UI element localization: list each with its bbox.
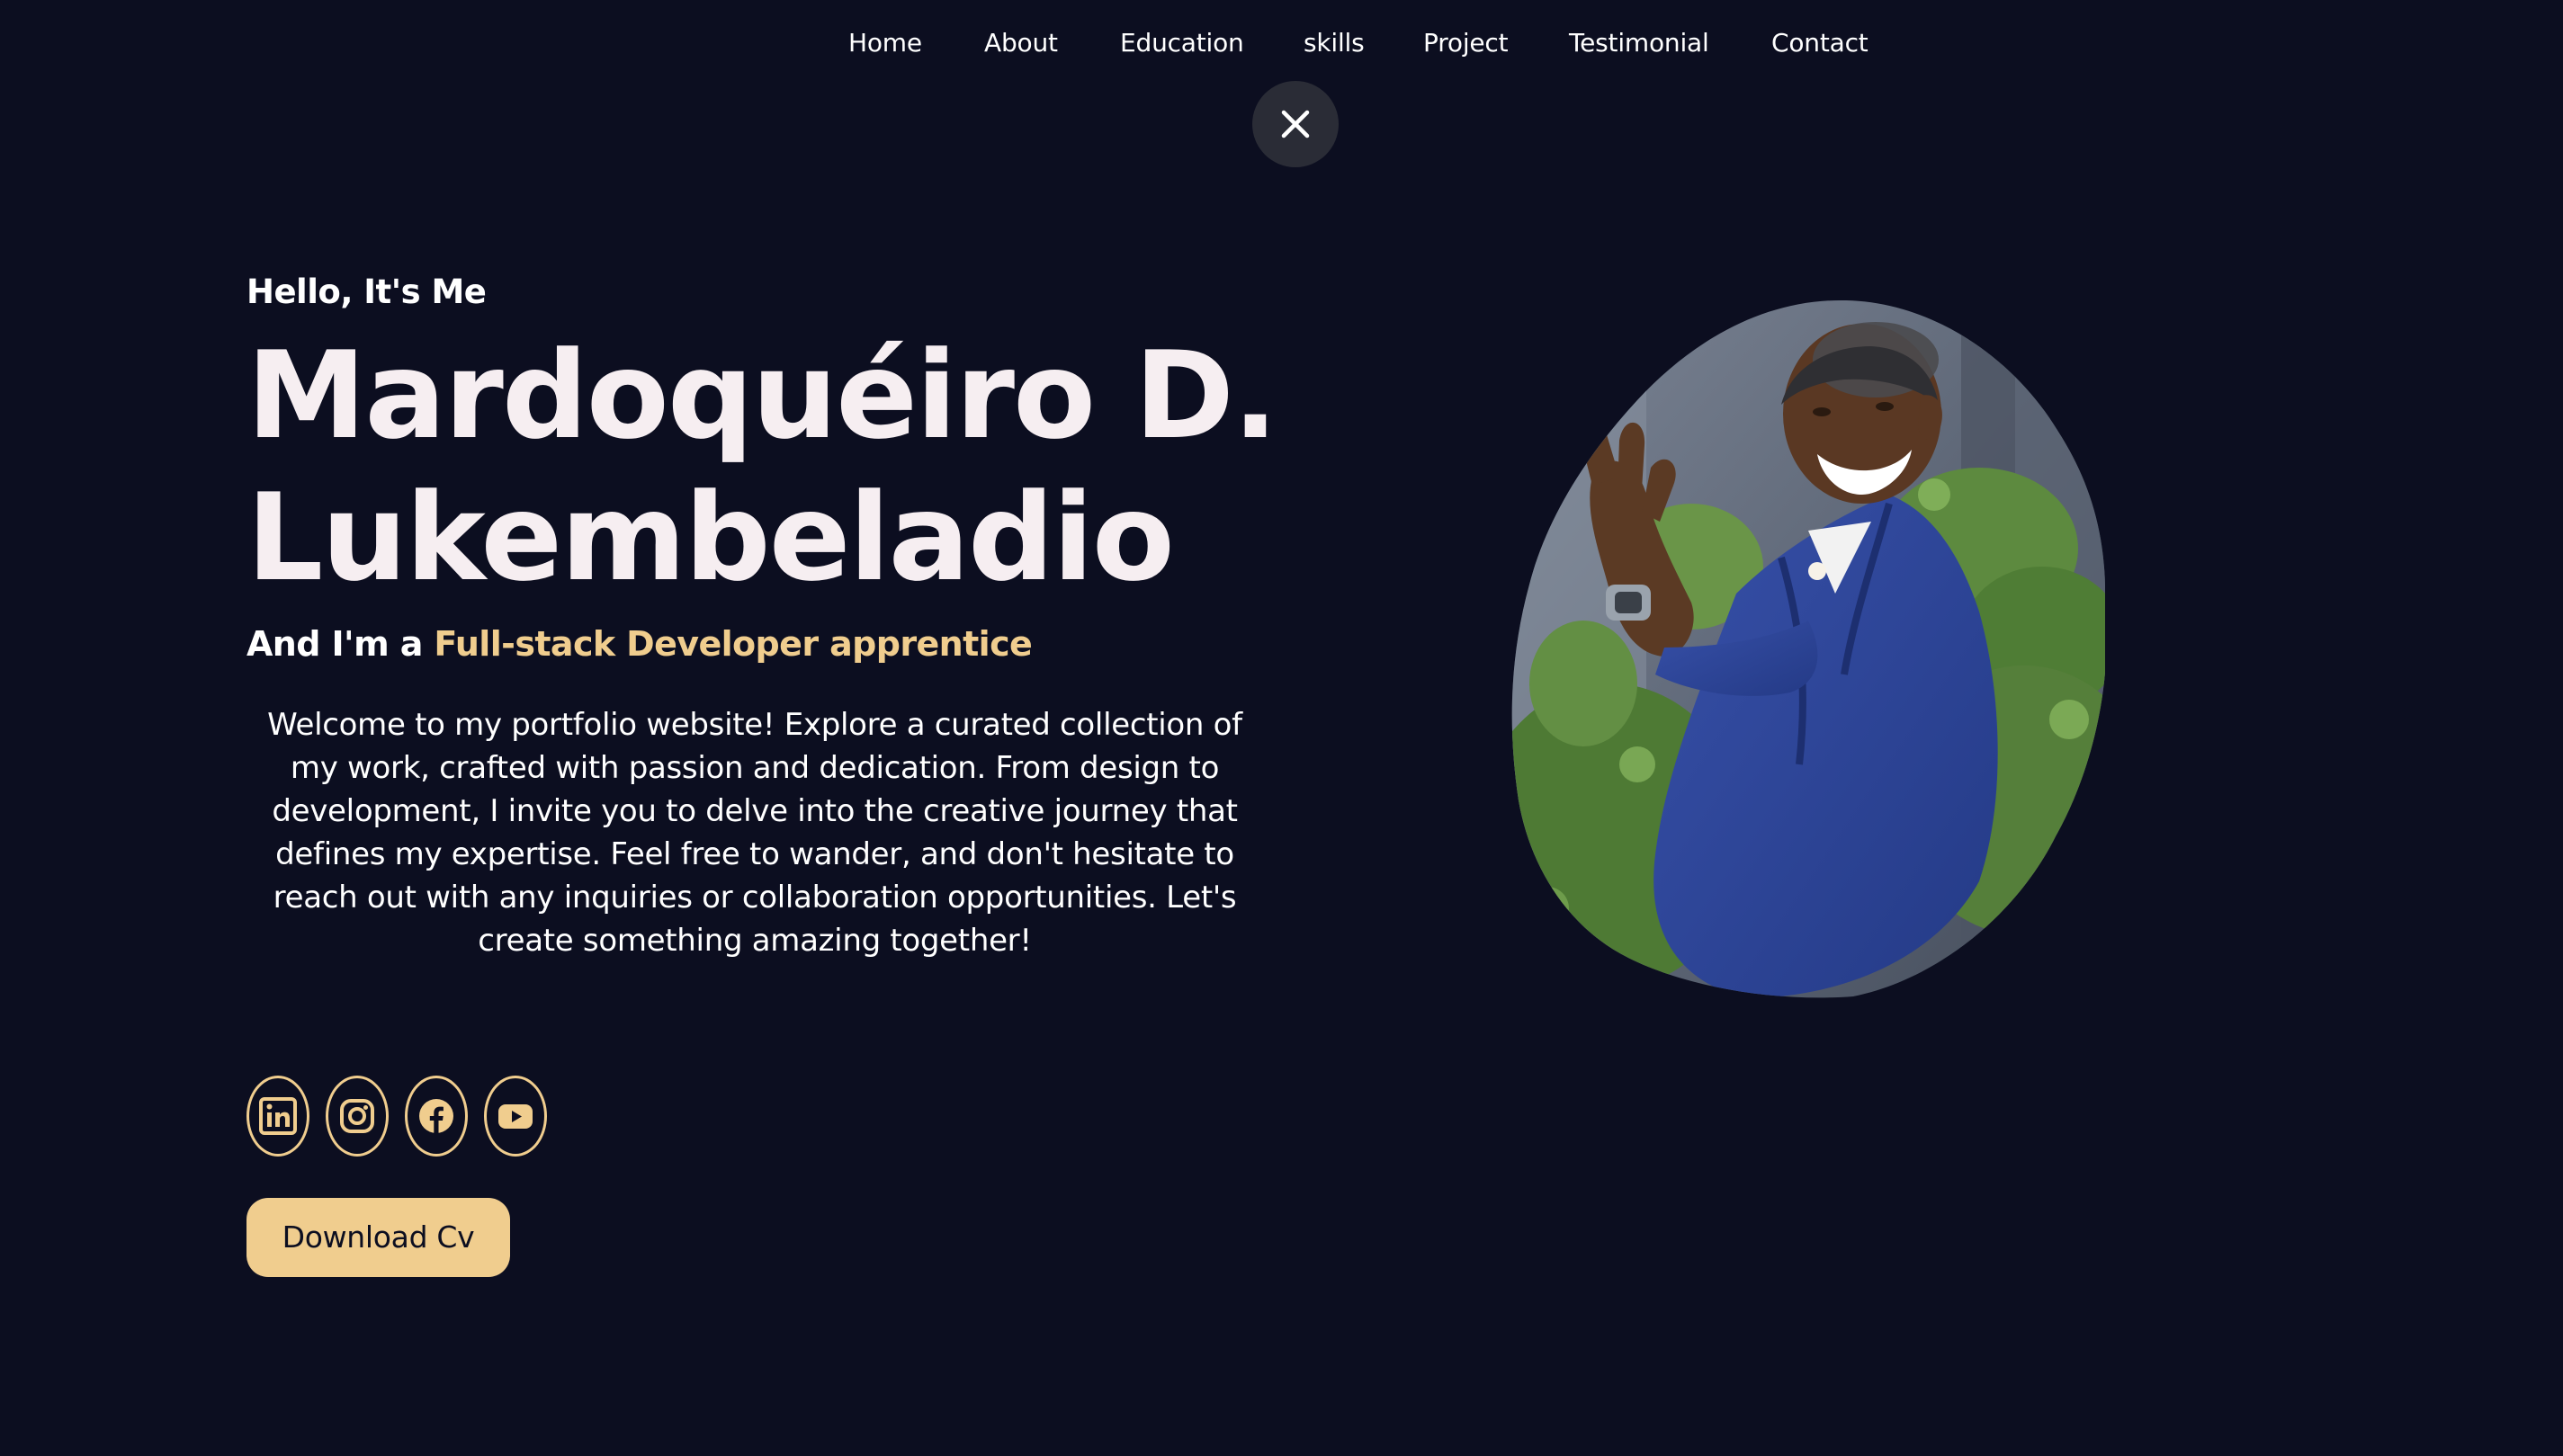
- nav-link-education[interactable]: Education: [1120, 25, 1244, 61]
- download-cv-button[interactable]: Download Cv: [246, 1198, 510, 1277]
- nav-link-skills[interactable]: skills: [1304, 25, 1365, 61]
- close-icon: [1281, 110, 1310, 138]
- nav-link-about[interactable]: About: [984, 25, 1058, 61]
- instagram-icon: [340, 1099, 374, 1133]
- hero-name-first-line: Mardoquéiro D.: [246, 326, 1278, 466]
- nav-link-testimonial[interactable]: Testimonial: [1569, 25, 1709, 61]
- main-nav: Home About Education skills Project Test…: [0, 25, 2563, 61]
- close-menu-button[interactable]: [1252, 81, 1339, 167]
- linkedin-link[interactable]: [246, 1076, 309, 1157]
- youtube-icon: [498, 1104, 533, 1129]
- hero-role: And I'm a Full-stack Developer apprentic…: [246, 621, 1033, 667]
- hero-role-prefix: And I'm a: [246, 624, 423, 664]
- nav-link-project[interactable]: Project: [1423, 25, 1509, 61]
- youtube-link[interactable]: [484, 1076, 547, 1157]
- linkedin-icon: [259, 1097, 297, 1135]
- nav-link-contact[interactable]: Contact: [1771, 25, 1868, 61]
- hero-intro-text: Welcome to my portfolio website! Explore…: [267, 707, 1242, 959]
- profile-photo: [1511, 299, 2105, 998]
- facebook-link[interactable]: [405, 1076, 468, 1157]
- facebook-icon: [419, 1099, 453, 1133]
- nav-link-home[interactable]: Home: [848, 25, 922, 61]
- hero-name-second-line: Lukembeladio: [246, 468, 1175, 608]
- hero-role-highlight: Full-stack Developer apprentice: [434, 624, 1033, 664]
- hero-greeting: Hello, It's Me: [246, 272, 487, 311]
- instagram-link[interactable]: [326, 1076, 389, 1157]
